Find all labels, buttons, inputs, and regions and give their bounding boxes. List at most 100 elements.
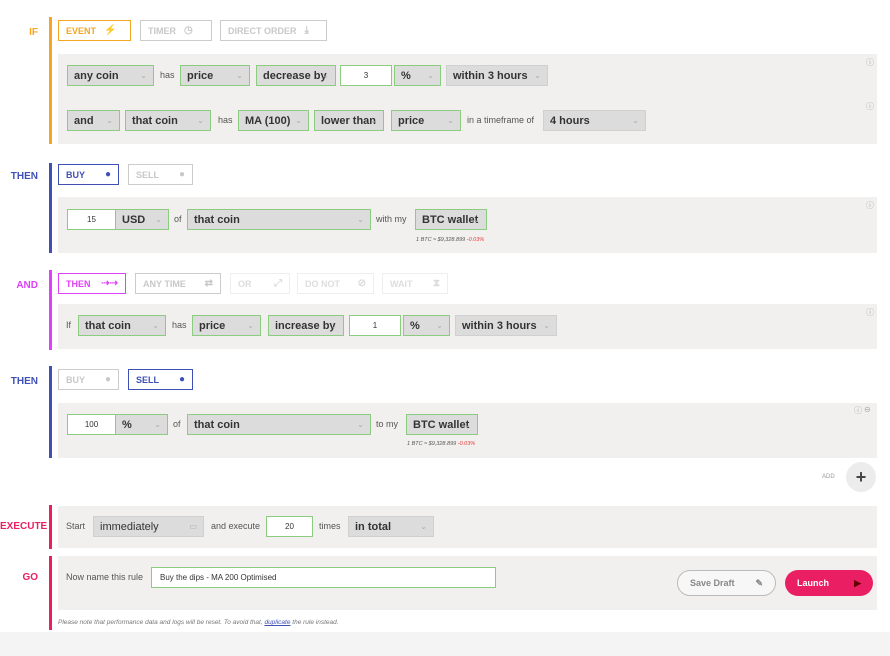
times-label: times [319, 521, 341, 531]
info-icon[interactable]: ⓘ [866, 101, 874, 112]
select-value: within 3 hours [453, 69, 528, 82]
rule-name-input[interactable]: Buy the dips - MA 200 Optimised [151, 567, 496, 588]
toggle-sell[interactable]: SELL ● [128, 369, 193, 390]
toggle-do-not[interactable]: DO NOT ⊘ [297, 273, 374, 294]
timeframe-select[interactable]: 4 hours ⌄ [543, 110, 646, 131]
toggle-label: DO NOT [305, 278, 340, 289]
go-label: GO [22, 572, 38, 583]
select-value: MA (100) [245, 114, 291, 127]
select-value: price [187, 69, 214, 82]
scope-select[interactable]: in total ⌄ [348, 516, 434, 537]
select-value: price [398, 114, 425, 127]
times-input[interactable]: 20 [266, 516, 313, 537]
select-value: % [401, 69, 411, 82]
coin-select[interactable]: that coin ⌄ [187, 209, 371, 230]
select-value: that coin [132, 114, 178, 127]
select-value: BTC wallet [413, 418, 470, 431]
metric-select[interactable]: price ⌄ [180, 65, 250, 86]
amount-input[interactable]: 1 [349, 315, 401, 336]
chevron-down-icon: ⌄ [236, 71, 243, 80]
unit-select[interactable]: % ⌄ [115, 414, 168, 435]
info-icon[interactable]: ⓘ [854, 405, 862, 416]
toggle-sell[interactable]: SELL ● [128, 164, 193, 185]
arrow-circle-icon: ● [178, 169, 185, 180]
wallet-select[interactable]: BTC wallet ⌄ [415, 209, 487, 230]
chevron-down-icon: ⌄ [632, 116, 639, 125]
add-button[interactable]: + [846, 462, 876, 492]
conjunction-select[interactable]: and ⌄ [67, 110, 120, 131]
toggle-label: THEN [66, 278, 91, 289]
currency-select[interactable]: USD ⌄ [115, 209, 169, 230]
chevron-down-icon: ⌄ [447, 116, 454, 125]
duplicate-link[interactable]: duplicate [264, 619, 290, 626]
clock-icon: ◷ [184, 25, 193, 36]
execute-bar [49, 505, 52, 549]
coin-select[interactable]: that coin ⌄ [125, 110, 211, 131]
toggle-timer[interactable]: TIMER ◷ [140, 20, 212, 41]
toggle-or[interactable]: OR ⤢ [230, 273, 290, 294]
wallet-rate: 1 BTC ≈ $9,328.899 -0.03% [407, 441, 475, 447]
coin-select[interactable]: any coin ⌄ [67, 65, 154, 86]
select-value: % [122, 418, 132, 431]
coin-select[interactable]: that coin ⌄ [78, 315, 166, 336]
and-label: AND [16, 280, 38, 291]
branch-icon: ⤢ [274, 278, 282, 289]
indicator-select[interactable]: MA (100) ⌄ [238, 110, 309, 131]
chevron-down-icon: ⌄ [154, 420, 161, 429]
chevron-down-icon: ⌄ [106, 116, 113, 125]
unit-select[interactable]: % ⌄ [394, 65, 441, 86]
info-icon[interactable]: ⓘ [866, 200, 874, 211]
info-icon[interactable]: ⓘ [866, 307, 874, 318]
comparison-select[interactable]: lower than ⌄ [314, 110, 384, 131]
launch-button[interactable]: Launch ▶ [785, 570, 873, 596]
remove-icon[interactable]: ⊖ [864, 405, 871, 414]
chevron-down-icon: ⌄ [427, 71, 434, 80]
chevron-down-icon: ⌄ [464, 420, 471, 429]
window-select[interactable]: within 3 hours ⌄ [455, 315, 557, 336]
toggle-direct-order[interactable]: DIRECT ORDER ⤓ [220, 20, 327, 41]
to-my-label: to my [376, 419, 399, 429]
and-execute-label: and execute [211, 521, 261, 531]
rule-name-value: Buy the dips - MA 200 Optimised [160, 573, 277, 582]
toggle-wait[interactable]: WAIT ⧗ [382, 273, 448, 294]
footer-strip [0, 632, 890, 656]
toggle-buy[interactable]: BUY ● [58, 369, 119, 390]
toggle-buy[interactable]: BUY ● [58, 164, 119, 185]
arrow-circle-icon: ● [104, 374, 111, 385]
rate-change: -0.03% [457, 441, 476, 447]
wallet-select[interactable]: BTC wallet ⌄ [406, 414, 478, 435]
execute-label: EXECUTE [0, 521, 48, 532]
select-value: that coin [194, 418, 240, 431]
info-icon[interactable]: ⓘ [866, 57, 874, 68]
unit-select[interactable]: % ⌄ [403, 315, 450, 336]
chevron-down-icon: ⌄ [155, 215, 162, 224]
then2-label: THEN [10, 376, 38, 387]
chevron-down-icon: ⌄ [322, 71, 329, 80]
select-value: that coin [194, 213, 240, 226]
amount-input[interactable]: 3 [340, 65, 392, 86]
toggle-label: OR [238, 278, 252, 289]
amount-input[interactable]: 15 [67, 209, 116, 230]
save-draft-button[interactable]: Save Draft ✎ [677, 570, 776, 596]
swap-icon: ⇄ [204, 278, 213, 289]
toggle-label: SELL [136, 374, 160, 385]
direction-select[interactable]: decrease by ⌄ [256, 65, 336, 86]
direction-select[interactable]: increase by ⌄ [268, 315, 344, 336]
window-select[interactable]: within 3 hours ⌄ [446, 65, 548, 86]
target-select[interactable]: price ⌄ [391, 110, 461, 131]
name-prompt: Now name this rule [66, 572, 144, 582]
coin-select[interactable]: that coin ⌄ [187, 414, 371, 435]
start-label: Start [66, 521, 86, 531]
toggle-then[interactable]: THEN ⇢⇢ [58, 273, 126, 294]
toggle-label: BUY [66, 169, 86, 180]
toggle-event[interactable]: EVENT ⚡ [58, 20, 131, 41]
start-select[interactable]: immediately ▭ [93, 516, 204, 537]
select-value: that coin [85, 319, 131, 332]
toggle-any-time[interactable]: ANY TIME ⇄ [135, 273, 221, 294]
metric-select[interactable]: price ⌄ [192, 315, 261, 336]
amount-input[interactable]: 100 [67, 414, 116, 435]
toggle-label: SELL [136, 169, 160, 180]
play-icon: ▶ [854, 577, 861, 588]
then2-bar [49, 366, 52, 458]
select-value: increase by [275, 319, 336, 332]
